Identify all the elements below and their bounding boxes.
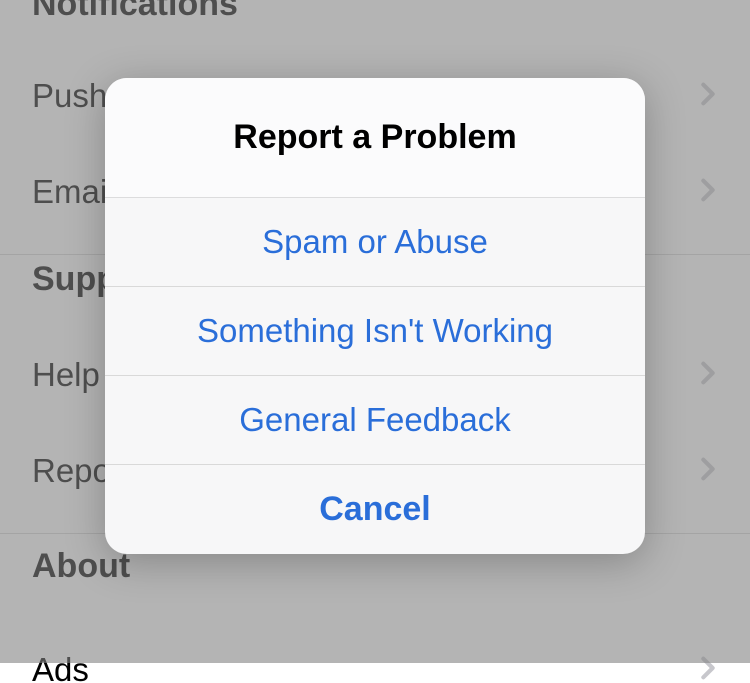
report-problem-action-sheet: Report a Problem Spam or Abuse Something… — [105, 78, 645, 554]
option-spam-or-abuse[interactable]: Spam or Abuse — [105, 198, 645, 287]
option-general-feedback[interactable]: General Feedback — [105, 376, 645, 465]
action-sheet-title: Report a Problem — [105, 78, 645, 198]
option-something-isnt-working[interactable]: Something Isn't Working — [105, 287, 645, 376]
cancel-button[interactable]: Cancel — [105, 465, 645, 554]
